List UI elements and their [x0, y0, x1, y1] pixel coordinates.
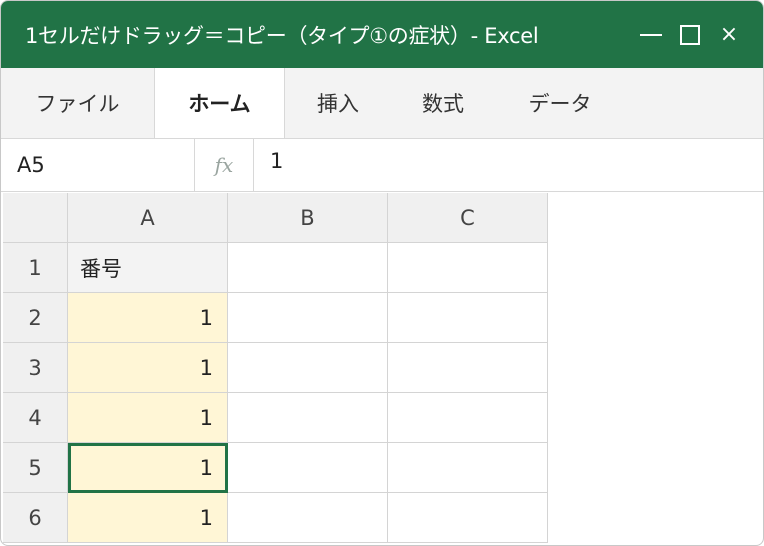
close-icon: ×: [719, 22, 739, 47]
cell-c5[interactable]: [388, 443, 548, 493]
column-header-c[interactable]: C: [388, 193, 548, 243]
cell-c4[interactable]: [388, 393, 548, 443]
formula-input[interactable]: 1: [254, 139, 763, 191]
minimize-icon: [640, 33, 662, 36]
cell-a5-selected[interactable]: 1: [68, 443, 228, 493]
sheet-row-2: 2 1: [3, 293, 548, 343]
spreadsheet-grid: A B C 1 番号 2 1 3 1 4 1 5 1 6 1: [3, 193, 548, 543]
tab-formulas[interactable]: 数式: [391, 68, 495, 138]
select-all-corner[interactable]: [3, 193, 68, 243]
cell-b4[interactable]: [228, 393, 388, 443]
close-button[interactable]: ×: [717, 1, 741, 68]
column-header-a[interactable]: A: [68, 193, 228, 243]
tab-insert[interactable]: 挿入: [285, 68, 391, 138]
sheet-row-6: 6 1: [3, 493, 548, 543]
cell-a2[interactable]: 1: [68, 293, 228, 343]
cell-a4[interactable]: 1: [68, 393, 228, 443]
sheet-row-5: 5 1: [3, 443, 548, 493]
column-header-row: A B C: [3, 193, 548, 243]
minimize-button[interactable]: [637, 1, 665, 68]
fx-icon[interactable]: fx: [195, 139, 254, 191]
sheet-row-3: 3 1: [3, 343, 548, 393]
cell-a1[interactable]: 番号: [68, 243, 228, 293]
window-title: 1セルだけドラッグ＝コピー（タイプ①の症状）- Excel: [25, 23, 539, 48]
tab-file[interactable]: ファイル: [1, 68, 154, 138]
title-bar: 1セルだけドラッグ＝コピー（タイプ①の症状）- Excel ×: [1, 1, 763, 68]
maximize-button[interactable]: [677, 1, 703, 68]
formula-bar: A5 fx 1: [1, 139, 763, 192]
cell-a3[interactable]: 1: [68, 343, 228, 393]
cell-c1[interactable]: [388, 243, 548, 293]
cell-b6[interactable]: [228, 493, 388, 543]
maximize-icon: [680, 24, 700, 45]
sheet-row-4: 4 1: [3, 393, 548, 443]
cell-a6[interactable]: 1: [68, 493, 228, 543]
row-header-6[interactable]: 6: [3, 493, 68, 543]
ribbon-tabs: ファイル ホーム 挿入 数式 データ: [1, 68, 763, 139]
cell-c3[interactable]: [388, 343, 548, 393]
row-header-4[interactable]: 4: [3, 393, 68, 443]
name-box[interactable]: A5: [1, 139, 195, 191]
row-header-3[interactable]: 3: [3, 343, 68, 393]
cell-c6[interactable]: [388, 493, 548, 543]
cell-c2[interactable]: [388, 293, 548, 343]
cell-b2[interactable]: [228, 293, 388, 343]
cell-b5[interactable]: [228, 443, 388, 493]
sheet-row-1: 1 番号: [3, 243, 548, 293]
row-header-5[interactable]: 5: [3, 443, 68, 493]
column-header-b[interactable]: B: [228, 193, 388, 243]
cell-b1[interactable]: [228, 243, 388, 293]
excel-window: 1セルだけドラッグ＝コピー（タイプ①の症状）- Excel × ファイル ホーム…: [0, 0, 764, 546]
row-header-1[interactable]: 1: [3, 243, 68, 293]
tab-home[interactable]: ホーム: [154, 68, 285, 138]
cell-b3[interactable]: [228, 343, 388, 393]
row-header-2[interactable]: 2: [3, 293, 68, 343]
tab-data[interactable]: データ: [495, 68, 625, 138]
